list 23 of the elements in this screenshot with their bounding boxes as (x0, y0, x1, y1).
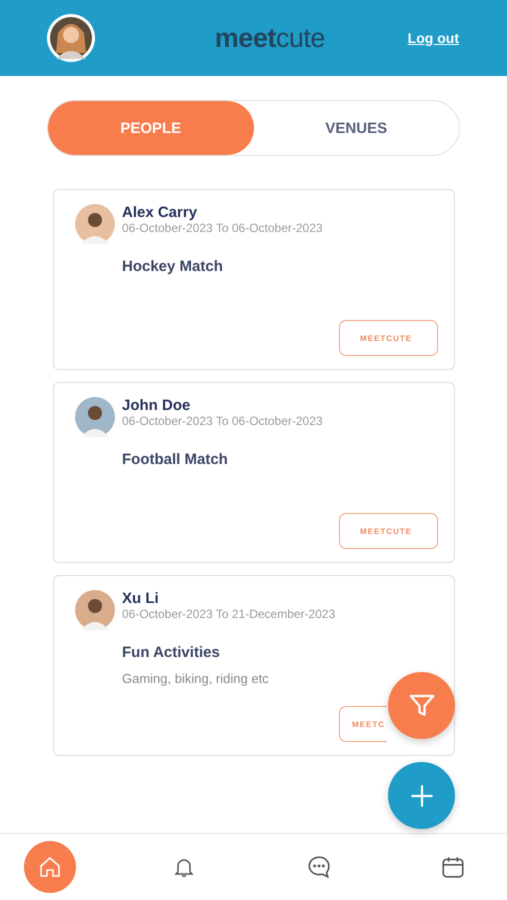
meetcute-button[interactable]: MEETCUTE (339, 320, 438, 356)
meetcute-button[interactable]: MEETCUTE (339, 513, 438, 549)
home-icon (38, 855, 62, 879)
event-title: Football Match (122, 451, 229, 468)
tab[interactable]: PEOPLE (48, 101, 254, 155)
person-name: Xu Li (122, 590, 160, 607)
event-description: Gaming, biking, riding etc (122, 671, 270, 686)
tab[interactable]: VENUES (254, 101, 459, 155)
date-range: 06-October-2023 To 06-October-2023 (122, 414, 323, 428)
home-tab[interactable] (24, 841, 76, 893)
filter-button[interactable] (388, 672, 455, 739)
person-name: John Doe (122, 397, 192, 414)
meetcute-button[interactable]: MEETC (339, 706, 387, 742)
person-name: Alex Carry (122, 204, 198, 221)
event-title: Hockey Match (122, 258, 224, 275)
chat-icon (306, 854, 332, 880)
logout-link[interactable]: Log out (408, 30, 459, 46)
date-range: 06-October-2023 To 21-December-2023 (122, 607, 336, 621)
logo: meetcute (214, 22, 325, 54)
date-range: 06-October-2023 To 06-October-2023 (122, 221, 323, 235)
add-button[interactable] (388, 762, 455, 829)
plus-icon (408, 782, 434, 808)
event-title: Fun Activities (122, 644, 221, 661)
